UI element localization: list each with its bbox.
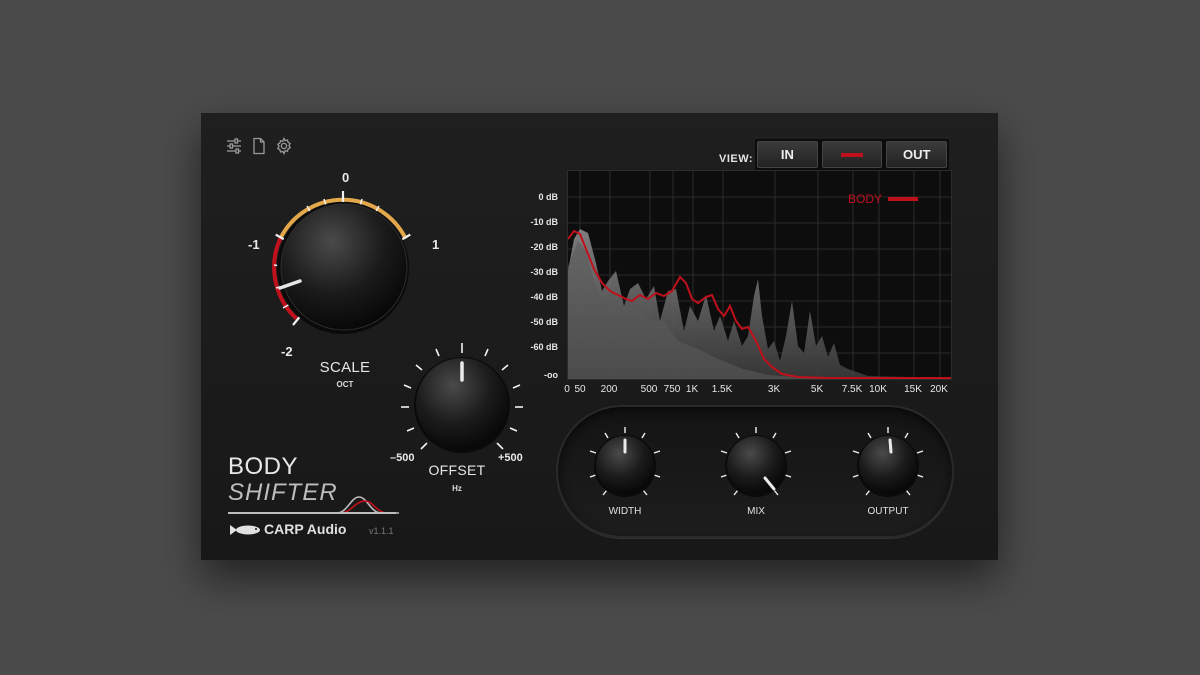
view-out-button[interactable]: OUT — [886, 141, 948, 168]
spectrum-legend-label: BODY — [848, 192, 883, 206]
scale-tick-top: 0 — [342, 170, 350, 185]
fish-icon — [228, 523, 262, 542]
mix-knob[interactable] — [716, 425, 796, 510]
hz-label: 500 — [640, 384, 658, 395]
scale-unit: OCT — [336, 380, 354, 389]
sliders-icon[interactable] — [225, 137, 243, 155]
legend-swatch — [888, 197, 919, 201]
scale-label: SCALE — [319, 359, 371, 376]
logo-wave-icon — [336, 493, 399, 520]
offset-max-label: +500 — [498, 452, 523, 464]
brand-title-line2: SHIFTER — [228, 479, 338, 506]
hz-label: 5K — [810, 384, 824, 395]
view-body-button[interactable] — [821, 141, 883, 168]
body-indicator-icon — [841, 152, 863, 157]
logo-underline — [228, 512, 396, 514]
hz-label: 0 — [564, 384, 570, 395]
hz-label: 20K — [930, 384, 948, 395]
hz-label: 750 — [663, 384, 681, 395]
hz-label: 200 — [600, 384, 618, 395]
output-knob[interactable] — [848, 425, 928, 510]
offset-unit: Hz — [452, 484, 462, 493]
db-label: -30 dB — [530, 267, 558, 277]
db-label: -40 dB — [530, 292, 558, 302]
db-label: 0 dB — [538, 192, 558, 202]
scale-tick-left: -1 — [248, 237, 260, 252]
version-label: v1.1.1 — [369, 526, 394, 536]
db-label: -oo — [544, 370, 558, 380]
brand-title-line1: BODY — [228, 453, 299, 480]
offset-min-label: –500 — [390, 452, 415, 464]
hz-label: 10K — [869, 384, 887, 395]
view-label: VIEW: — [719, 153, 754, 165]
db-label: -50 dB — [530, 317, 558, 327]
scale-tick-right: 1 — [432, 237, 440, 252]
hz-label: 15K — [904, 384, 922, 395]
db-label: -20 dB — [530, 242, 558, 252]
hz-label: 7.5K — [841, 384, 863, 395]
hz-label: 1.5K — [711, 384, 733, 395]
hz-label: 50 — [574, 384, 586, 395]
plugin-window: 0 -1 1 -2 SCALE OCT –500 +500 OFFSET Hz … — [201, 113, 998, 560]
scale-tick-bottom: -2 — [281, 344, 293, 359]
db-label: -10 dB — [530, 217, 558, 227]
view-in-button[interactable]: IN — [757, 141, 818, 168]
width-label: WIDTH — [608, 506, 642, 517]
hz-label: 1K — [685, 384, 699, 395]
hz-label: 3K — [767, 384, 781, 395]
company-name: CARP Audio — [264, 521, 347, 537]
db-label: -60 dB — [530, 342, 558, 352]
output-label: OUTPUT — [867, 506, 909, 517]
view-selector: IN OUT — [755, 139, 949, 170]
width-knob[interactable] — [585, 425, 665, 510]
gear-icon[interactable] — [275, 137, 293, 155]
mix-label: MIX — [747, 506, 765, 517]
spectrum-legend: BODY — [848, 192, 919, 206]
toolbar — [225, 137, 293, 155]
offset-label: OFFSET — [428, 462, 486, 478]
document-icon[interactable] — [251, 137, 267, 155]
